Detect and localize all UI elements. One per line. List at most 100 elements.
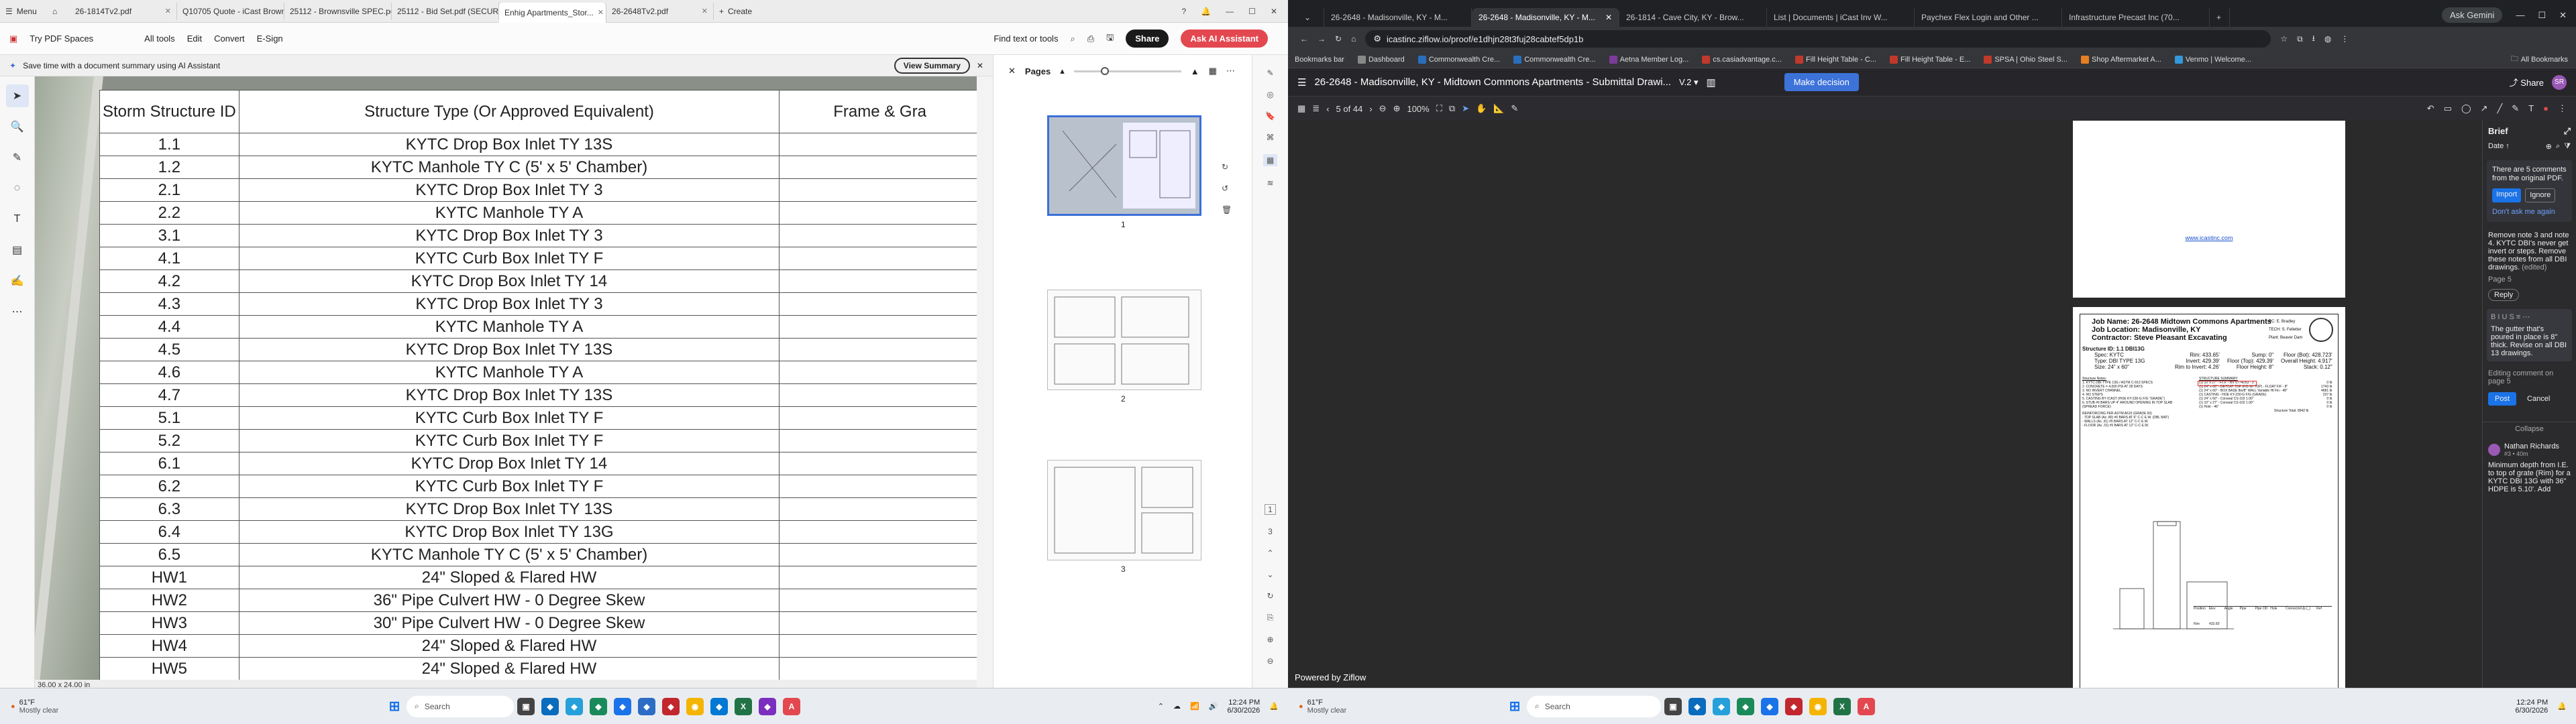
tab-doc-4[interactable]: 25112 - Bid Set.pdf (SECURED)✕ bbox=[392, 2, 499, 20]
app-icon[interactable]: ◆ bbox=[1688, 697, 1706, 715]
search-tools-icon[interactable]: ⌕ bbox=[1070, 34, 1075, 44]
ai-icon[interactable]: ◎ bbox=[1267, 90, 1273, 99]
fill-sign-icon[interactable]: ✍ bbox=[6, 269, 29, 292]
measure-icon[interactable]: 📐 bbox=[1493, 103, 1504, 114]
bookmark[interactable]: Shop Aftermarket A... bbox=[2080, 55, 2161, 64]
app-icon[interactable]: ◆ bbox=[1737, 697, 1754, 715]
zoom-in-icon[interactable]: ⊕ bbox=[1393, 103, 1401, 114]
maximize-icon[interactable]: ☐ bbox=[1248, 7, 1256, 16]
more-icon[interactable]: ⋮ bbox=[2558, 103, 2567, 114]
page-thumbnail-3[interactable] bbox=[1047, 460, 1201, 560]
app-icon[interactable]: ◆ bbox=[541, 697, 559, 715]
taskview-icon[interactable]: ▣ bbox=[1664, 697, 1682, 715]
find-text-field[interactable]: Find text or tools bbox=[994, 34, 1058, 44]
app-icon[interactable]: ◆ bbox=[590, 697, 607, 715]
tab-doc-1[interactable]: 26-1814Tv2.pdf ✕ bbox=[70, 2, 177, 20]
excel-icon[interactable]: X bbox=[735, 697, 752, 715]
reply-button[interactable]: Reply bbox=[2488, 289, 2520, 301]
tab-doc-2[interactable]: Q10705 Quote - iCast Brownsvill...✕ bbox=[177, 2, 284, 20]
cloud-icon[interactable]: ☁ bbox=[1173, 702, 1181, 711]
thumb-size-slider[interactable] bbox=[1073, 66, 1181, 75]
help-icon[interactable]: ? bbox=[1182, 7, 1187, 16]
new-tab-icon[interactable]: + bbox=[2210, 8, 2230, 27]
attach-icon[interactable]: ⌘ bbox=[1267, 133, 1275, 142]
pen-icon[interactable]: ✎ bbox=[6, 146, 29, 169]
maximize-icon[interactable]: ☐ bbox=[2538, 10, 2546, 21]
chevron-down-icon[interactable]: ⌄ bbox=[1267, 570, 1273, 579]
pen-icon[interactable]: ✎ bbox=[2512, 103, 2519, 114]
menu-edit[interactable]: Edit bbox=[187, 34, 202, 44]
close-window-icon[interactable]: ✕ bbox=[2559, 10, 2567, 21]
app-icon[interactable]: ◆ bbox=[1761, 697, 1778, 715]
browser-tab[interactable]: 26-1814 - Cave City, KY - Brow... bbox=[1619, 8, 1767, 27]
menu-icon[interactable]: ☰ bbox=[1297, 76, 1306, 88]
home-icon[interactable]: ⌂ bbox=[47, 3, 70, 20]
url-input[interactable]: ⚙ icastinc.ziflow.io/proof/e1dhjn28t3fuj2… bbox=[1365, 30, 2271, 48]
share-button[interactable]: ⤴ Share bbox=[2510, 76, 2544, 88]
format-toolbar[interactable]: B I U S ≡ ⋯ bbox=[2491, 313, 2568, 321]
minimize-icon[interactable]: — bbox=[1226, 7, 1234, 16]
add-icon[interactable]: ⊕ bbox=[2546, 142, 2552, 151]
chevron-right-icon[interactable]: › bbox=[1369, 104, 1372, 114]
text-tool-icon[interactable]: T bbox=[6, 208, 29, 231]
arrow-icon[interactable]: ↗ bbox=[2481, 103, 2488, 114]
ask-gemini-button[interactable]: Ask Gemini bbox=[2441, 7, 2503, 23]
expand-icon[interactable]: ⤢ bbox=[2564, 126, 2571, 137]
bookmark[interactable]: cs.casiadvantage.c... bbox=[1702, 55, 1782, 64]
close-icon[interactable]: ✕ bbox=[702, 7, 708, 15]
dont-ask-link[interactable]: Don't ask me again bbox=[2492, 208, 2567, 217]
close-icon[interactable]: ✕ bbox=[1008, 66, 1016, 76]
bell-icon[interactable]: 🔔 bbox=[1201, 7, 1211, 16]
bookmark[interactable]: Dashboard bbox=[1357, 55, 1405, 64]
bookmark[interactable]: Aetna Member Log... bbox=[1609, 55, 1688, 64]
browser-tab[interactable]: List | Documents | iCast Inv W... bbox=[1767, 8, 1915, 27]
comment-editor[interactable]: B I U S ≡ ⋯ The gutter that's poured in … bbox=[2487, 309, 2572, 361]
clock[interactable]: 12:24 PM 6/30/2026 bbox=[1227, 699, 1260, 715]
pointer-icon[interactable]: ➤ bbox=[1462, 103, 1469, 114]
hand-icon[interactable]: ✋ bbox=[1476, 103, 1487, 114]
profile-icon[interactable]: ◍ bbox=[2324, 34, 2331, 44]
chrome-icon[interactable]: ◉ bbox=[1809, 697, 1827, 715]
bookmark[interactable]: Fill Height Table - E... bbox=[1889, 55, 1970, 64]
bookmark[interactable]: SPSA | Ohio Steel S... bbox=[1984, 55, 2068, 64]
bookmark-icon[interactable]: 🔖 bbox=[1265, 111, 1275, 121]
zoom-out-icon[interactable]: ⊖ bbox=[1379, 103, 1387, 114]
browser-tab[interactable]: Infrastructure Precast Inc (70... bbox=[2062, 8, 2210, 27]
home-icon[interactable]: ⌂ bbox=[1351, 34, 1356, 44]
annotate-icon[interactable]: ✎ bbox=[1511, 103, 1518, 114]
star-icon[interactable]: ☆ bbox=[2280, 34, 2288, 44]
make-decision-button[interactable]: Make decision bbox=[1784, 73, 1859, 91]
clock[interactable]: 12:24 PM 6/30/2026 bbox=[2515, 699, 2548, 715]
rectangle-icon[interactable]: ▭ bbox=[2444, 103, 2452, 114]
browser-tab-active[interactable]: 26-2648 - Madisonville, KY - M... ✕ bbox=[1472, 8, 1619, 27]
page-thumbnail-1[interactable] bbox=[1047, 115, 1201, 216]
post-button[interactable]: Post bbox=[2488, 392, 2517, 406]
taskbar-search[interactable]: ⌕ Search bbox=[407, 695, 514, 717]
collapse-button[interactable]: Collapse bbox=[2483, 422, 2576, 433]
fit-icon[interactable]: ⛶ bbox=[1436, 103, 1442, 114]
search-icon[interactable]: ⌕ bbox=[2556, 142, 2560, 151]
app-icon[interactable]: ◆ bbox=[662, 697, 680, 715]
menu-all-tools[interactable]: All tools bbox=[144, 34, 175, 44]
sidebar-icon[interactable]: ▥ bbox=[1707, 76, 1716, 88]
tab-doc-active[interactable]: Enhig Apartments_Stor... ✕ bbox=[499, 2, 606, 23]
menu-button[interactable]: ☰ Menu bbox=[0, 3, 47, 20]
app-icon[interactable]: ◆ bbox=[1785, 697, 1803, 715]
windows-start-icon[interactable]: ⊞ bbox=[1506, 698, 1523, 715]
pages-icon[interactable]: ▦ bbox=[1263, 154, 1278, 166]
tab-doc-6[interactable]: 26-2648Tv2.pdf ✕ bbox=[606, 2, 714, 20]
stamp-icon[interactable]: ▤ bbox=[6, 239, 29, 261]
close-icon[interactable]: ✕ bbox=[598, 8, 604, 17]
layers-icon[interactable]: ≋ bbox=[1267, 178, 1273, 188]
avatar[interactable]: SR bbox=[2552, 74, 2567, 90]
volume-icon[interactable]: 🔊 bbox=[1209, 702, 1218, 711]
list-icon[interactable]: ≣ bbox=[1312, 103, 1320, 114]
app-icon[interactable]: ◆ bbox=[614, 697, 631, 715]
share-button[interactable]: Share bbox=[1126, 29, 1169, 48]
bookmark[interactable]: Fill Height Table - C... bbox=[1795, 55, 1876, 64]
app-icon[interactable]: ◆ bbox=[1713, 697, 1730, 715]
acrobat-icon[interactable]: A bbox=[783, 697, 800, 715]
excel-icon[interactable]: X bbox=[1833, 697, 1851, 715]
chevron-up-icon[interactable]: ⌃ bbox=[1158, 702, 1164, 711]
save-icon[interactable]: 🖫 bbox=[1106, 32, 1114, 46]
